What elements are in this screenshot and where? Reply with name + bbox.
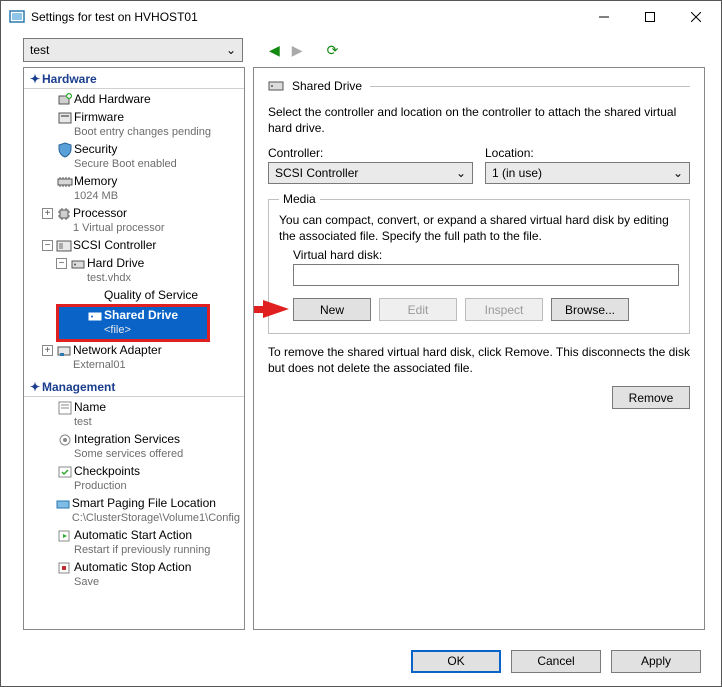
tree-scsi-controller[interactable]: − SCSI Controller [24, 237, 244, 255]
tree-network-adapter[interactable]: + Network AdapterExternal01 [24, 342, 244, 374]
location-label: Location: [485, 146, 690, 160]
close-button[interactable] [673, 2, 719, 32]
chevron-down-icon: ⌄ [226, 43, 236, 57]
tree-security[interactable]: SecuritySecure Boot enabled [24, 141, 244, 173]
tree-auto-start[interactable]: Automatic Start ActionRestart if previou… [24, 527, 244, 559]
disk-icon [86, 308, 104, 324]
expand-icon[interactable]: + [42, 345, 53, 356]
cpu-icon [55, 206, 73, 222]
controller-select[interactable]: SCSI Controller ⌄ [268, 162, 473, 184]
firmware-icon [56, 110, 74, 126]
chevron-down-icon: ⌄ [456, 166, 466, 180]
nav-forward-button: ▶ [288, 40, 307, 61]
remove-button[interactable]: Remove [612, 386, 690, 409]
new-button[interactable]: New [293, 298, 371, 321]
disk-icon [69, 256, 87, 272]
settings-tree: ✦ Hardware Add Hardware FirmwareBoot ent… [23, 67, 245, 630]
content-pane: Shared Drive Select the controller and l… [253, 67, 705, 630]
expand-icon[interactable]: + [42, 208, 53, 219]
annotation-arrow [253, 300, 289, 318]
controller-icon [55, 238, 73, 254]
app-icon [9, 9, 25, 25]
media-fieldset: Media You can compact, convert, or expan… [268, 192, 690, 334]
media-description: You can compact, convert, or expand a sh… [279, 212, 679, 244]
add-hardware-icon [56, 92, 74, 108]
tree-processor[interactable]: + Processor1 Virtual processor [24, 205, 244, 237]
services-icon [56, 432, 74, 448]
tree-quality-of-service[interactable]: Quality of Service [24, 287, 244, 304]
tree-smart-paging[interactable]: Smart Paging File LocationC:\ClusterStor… [24, 495, 244, 527]
tree-firmware[interactable]: FirmwareBoot entry changes pending [24, 109, 244, 141]
apply-button[interactable]: Apply [611, 650, 701, 673]
memory-icon [56, 174, 74, 190]
titlebar: Settings for test on HVHOST01 [1, 1, 721, 33]
divider [370, 86, 690, 87]
network-icon [55, 343, 73, 359]
tree-integration-services[interactable]: Integration ServicesSome services offere… [24, 431, 244, 463]
collapse-icon[interactable]: − [56, 258, 67, 269]
name-icon [56, 400, 74, 416]
tree-checkpoints[interactable]: CheckpointsProduction [24, 463, 244, 495]
management-section-header[interactable]: ✦ Management [24, 378, 244, 397]
nav-back-button[interactable]: ◀ [265, 40, 284, 61]
minimize-button[interactable] [581, 2, 627, 32]
inspect-button: Inspect [465, 298, 543, 321]
window-title: Settings for test on HVHOST01 [31, 10, 581, 24]
chevron-down-icon: ⌄ [673, 166, 683, 180]
cancel-button[interactable]: Cancel [511, 650, 601, 673]
chevron-up-icon: ✦ [30, 72, 42, 86]
maximize-button[interactable] [627, 2, 673, 32]
settings-window: Settings for test on HVHOST01 test ⌄ ◀ ▶… [0, 0, 722, 687]
stop-icon [56, 560, 74, 576]
checkpoint-icon [56, 464, 74, 480]
collapse-icon[interactable]: − [42, 240, 53, 251]
vhd-path-input[interactable] [293, 264, 679, 286]
tree-shared-drive[interactable]: Shared Drive<file> [59, 307, 207, 339]
tree-auto-stop[interactable]: Automatic Stop ActionSave [24, 559, 244, 591]
tree-memory[interactable]: Memory1024 MB [24, 173, 244, 205]
controller-label: Controller: [268, 146, 473, 160]
edit-button: Edit [379, 298, 457, 321]
tree-hard-drive[interactable]: − Hard Drivetest.vhdx [24, 255, 244, 287]
hardware-section-header[interactable]: ✦ Hardware [24, 70, 244, 89]
browse-button[interactable]: Browse... [551, 298, 629, 321]
chevron-up-icon: ✦ [30, 380, 42, 394]
vm-selector-value: test [30, 43, 49, 57]
remove-description: To remove the shared virtual hard disk, … [268, 344, 690, 376]
nav-arrows: ◀ ▶ [265, 40, 307, 61]
ok-button[interactable]: OK [411, 650, 501, 673]
refresh-button[interactable]: ⟳ [327, 42, 339, 59]
annotation-highlight: Shared Drive<file> [56, 304, 210, 342]
tree-add-hardware[interactable]: Add Hardware [24, 91, 244, 109]
content-description: Select the controller and location on th… [268, 104, 690, 136]
location-select[interactable]: 1 (in use) ⌄ [485, 162, 690, 184]
disk-icon [268, 78, 284, 94]
start-icon [56, 528, 74, 544]
paging-icon [55, 496, 72, 512]
content-heading: Shared Drive [292, 79, 362, 93]
tree-name[interactable]: Nametest [24, 399, 244, 431]
dialog-footer: OK Cancel Apply [1, 636, 721, 686]
vm-selector[interactable]: test ⌄ [23, 38, 243, 62]
shield-icon [56, 142, 74, 158]
vhd-label: Virtual hard disk: [293, 248, 679, 262]
toolbar: test ⌄ ◀ ▶ ⟳ [1, 33, 721, 67]
media-legend: Media [279, 192, 320, 206]
